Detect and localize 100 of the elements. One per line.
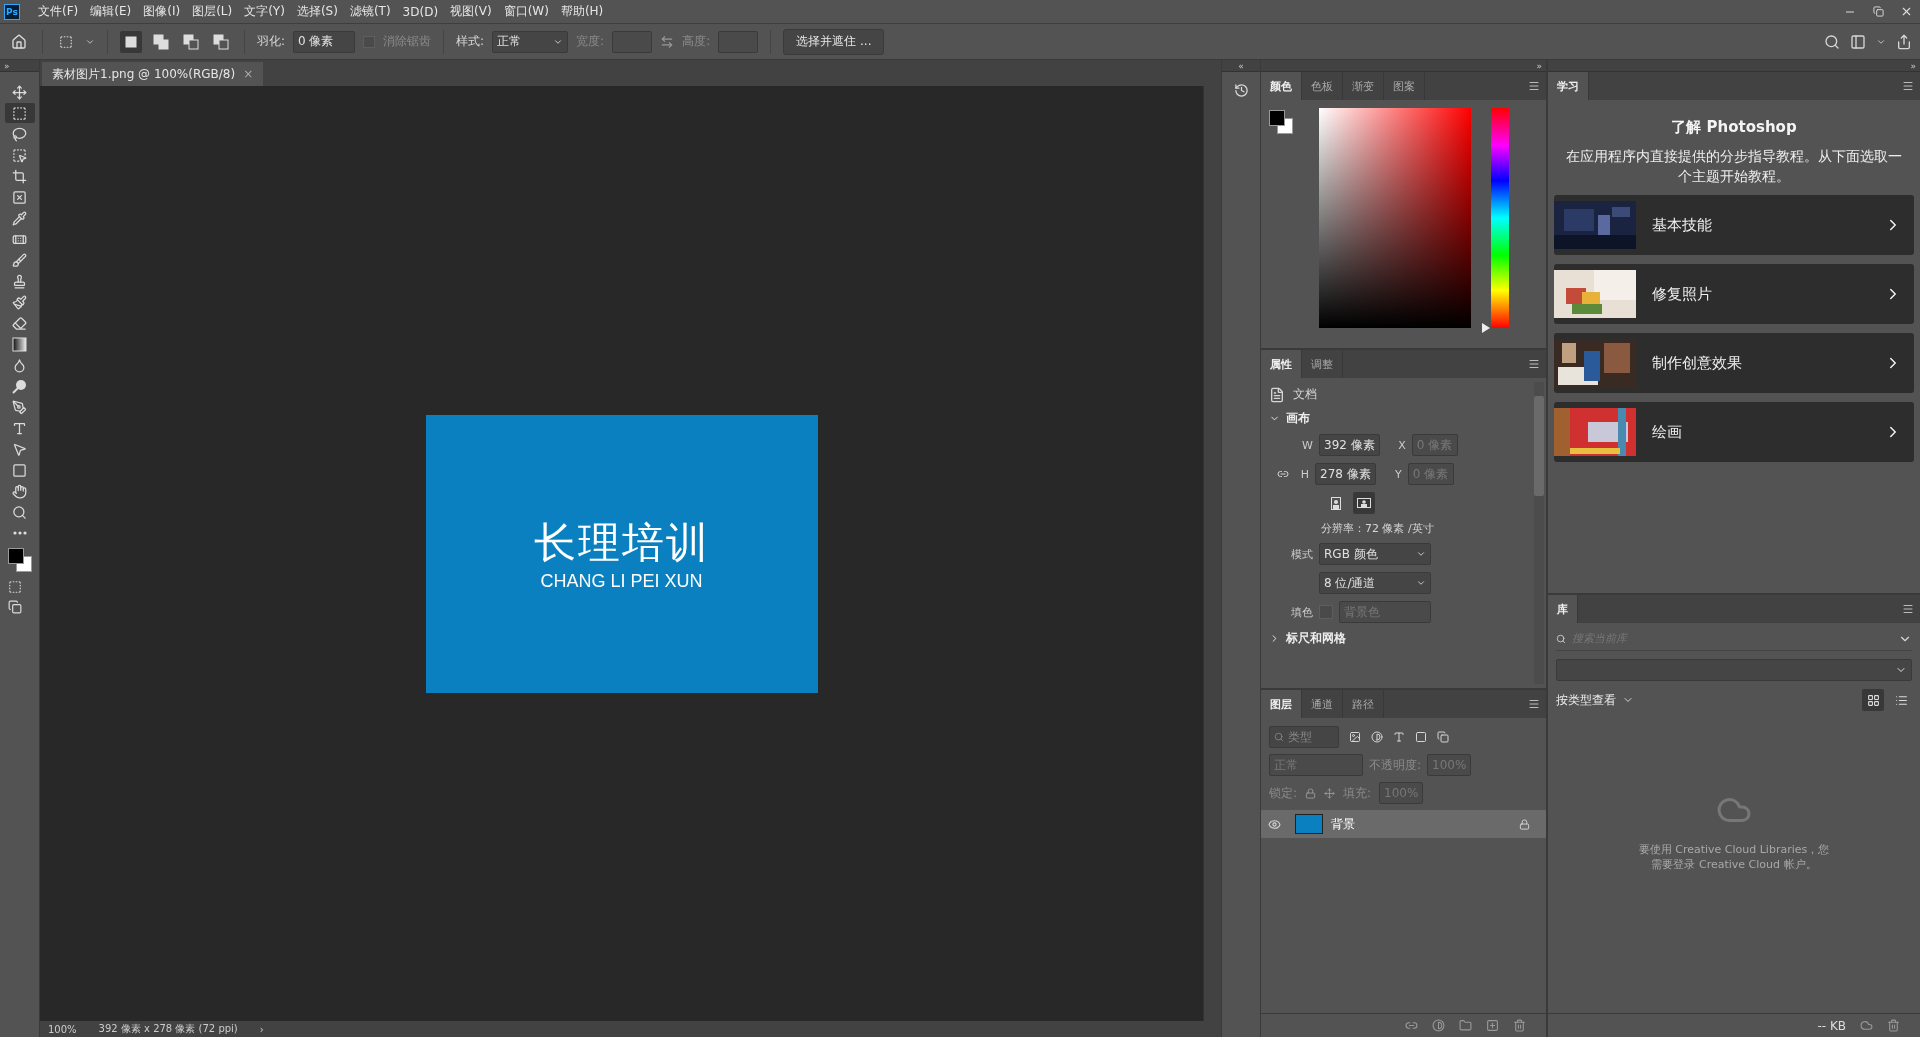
add-selection-icon (153, 33, 169, 50)
tutorial-card[interactable]: 制作创意效果 (1554, 333, 1914, 393)
droplet-icon (12, 357, 27, 373)
screen-mode-icon (8, 600, 22, 614)
lock-icon[interactable] (1519, 818, 1530, 830)
width-field[interactable]: 392 像素 (1319, 434, 1380, 456)
feather-label: 羽化: (257, 33, 286, 50)
panel-tab[interactable]: 库 (1548, 595, 1578, 623)
list-icon (1894, 693, 1908, 707)
tutorial-card[interactable]: 基本技能 (1554, 195, 1914, 255)
width-label: W (1301, 438, 1313, 452)
menu-item[interactable]: 编辑(E) (84, 3, 138, 20)
swap-icon[interactable] (660, 34, 675, 49)
view-by-dropdown[interactable]: 按类型查看 (1556, 691, 1616, 709)
color-field[interactable] (1319, 108, 1471, 328)
quick-mask-icon (8, 580, 22, 594)
document-icon (1269, 386, 1285, 403)
caret-icon (1416, 549, 1426, 559)
expand-arrows[interactable]: » (4, 60, 10, 71)
menu-item[interactable]: 视图(V) (444, 3, 498, 20)
expand-arrows[interactable]: » (1910, 60, 1916, 71)
shape-icon[interactable] (1415, 731, 1427, 743)
pen-icon (12, 399, 27, 415)
link-icon[interactable] (1277, 468, 1289, 480)
zoom-icon (12, 504, 27, 520)
smart-object-icon[interactable] (1437, 731, 1449, 743)
link-icon[interactable] (1405, 1019, 1418, 1032)
new-layer-icon[interactable] (1486, 1019, 1499, 1032)
selection-mode-button[interactable] (120, 30, 142, 53)
color-swatches[interactable] (6, 547, 33, 573)
status-menu-arrow[interactable]: › (259, 1023, 264, 1035)
collapse-arrows[interactable]: « (1238, 60, 1244, 71)
share-icon[interactable] (1896, 33, 1912, 50)
visibility-icon[interactable] (1267, 817, 1281, 831)
mode-label: 模式 (1290, 546, 1313, 562)
menu-item[interactable]: 3D(D) (396, 4, 445, 19)
panel-menu-icon[interactable] (1902, 80, 1914, 92)
feather-field[interactable]: 0 像素 (293, 30, 356, 53)
search-icon[interactable] (1824, 33, 1840, 50)
zoom-level: 100% (48, 1023, 77, 1035)
tutorial-card[interactable]: 绘画 (1554, 402, 1914, 462)
panel-menu-icon[interactable] (1528, 80, 1540, 92)
eyedropper-icon (12, 210, 27, 226)
bit-depth-dropdown[interactable]: 8 位/通道 (1319, 572, 1431, 594)
layer-row[interactable]: 背景 (1261, 810, 1546, 838)
menu-item[interactable]: 滤镜(T) (343, 3, 397, 20)
new-selection-icon (123, 33, 139, 50)
layer-name: 背景 (1331, 815, 1356, 833)
select-and-mask-button[interactable]: 选择并遮住 ... (783, 28, 885, 55)
y-label: Y (1394, 467, 1402, 481)
menu-item[interactable]: 文件(F) (32, 3, 85, 20)
move-icon (12, 84, 27, 100)
style-dropdown[interactable]: 正常 (492, 30, 569, 53)
landscape-button[interactable] (1353, 492, 1375, 514)
panel-tab[interactable]: 图层 (1261, 690, 1302, 718)
panel-menu-icon[interactable] (1528, 698, 1540, 710)
folder-icon[interactable] (1459, 1019, 1472, 1032)
expand-arrows[interactable]: » (1536, 60, 1542, 71)
pointer-icon (12, 441, 27, 457)
menu-item[interactable]: 选择(S) (290, 3, 344, 20)
cloud-sync-icon[interactable] (1860, 1019, 1873, 1032)
panel-tab[interactable]: 属性 (1261, 350, 1302, 378)
height-field[interactable] (718, 30, 759, 53)
mode-dropdown[interactable]: RGB 颜色 (1319, 543, 1431, 565)
rectangle-icon (12, 462, 27, 478)
menu-item[interactable]: 帮助(H) (554, 3, 610, 20)
search-icon (1274, 732, 1284, 742)
panel-menu-icon[interactable] (1902, 603, 1914, 615)
workspace-icon[interactable] (1850, 33, 1866, 50)
trash-icon[interactable] (1887, 1019, 1900, 1032)
panel-tab[interactable]: 颜色 (1261, 72, 1302, 100)
type-icon[interactable] (1393, 731, 1405, 743)
image-icon[interactable] (1349, 731, 1361, 743)
history-icon (1233, 82, 1249, 98)
trash-icon[interactable] (1513, 1019, 1526, 1032)
move-icon[interactable] (1324, 787, 1336, 799)
learn-description: 在应用程序内直接提供的分步指导教程。从下面选取一个主题开始教程。 (1565, 147, 1903, 186)
scrollbar[interactable] (1534, 382, 1544, 684)
height-label: H (1299, 467, 1309, 481)
hue-slider-thumb[interactable] (1482, 323, 1490, 333)
eraser-icon (12, 315, 27, 331)
adjustment-icon[interactable] (1432, 1019, 1445, 1032)
width-field[interactable] (612, 30, 653, 53)
panel-menu-icon[interactable] (1528, 358, 1540, 370)
lasso-icon (12, 126, 27, 142)
height-field[interactable]: 278 像素 (1315, 463, 1376, 485)
panel-tab[interactable]: 学习 (1548, 72, 1589, 100)
tutorial-card[interactable]: 修复照片 (1554, 264, 1914, 324)
menu-item[interactable]: 图层(L) (186, 3, 239, 20)
tab-close-button[interactable]: × (243, 67, 254, 81)
grid-view-button[interactable] (1862, 689, 1884, 711)
library-size: -- KB (1817, 1018, 1846, 1033)
menu-item[interactable]: 图像(I) (137, 3, 187, 20)
document-tab[interactable]: 素材图片1.png @ 100%(RGB/8) × (42, 62, 264, 86)
menu-item[interactable]: 窗口(W) (497, 3, 555, 20)
more-icon (12, 531, 27, 535)
menu-item[interactable]: 文字(Y) (238, 3, 291, 20)
document-label: 文档 (1293, 386, 1317, 403)
tool-button[interactable] (4, 103, 35, 123)
adjustment-icon[interactable] (1371, 731, 1383, 743)
